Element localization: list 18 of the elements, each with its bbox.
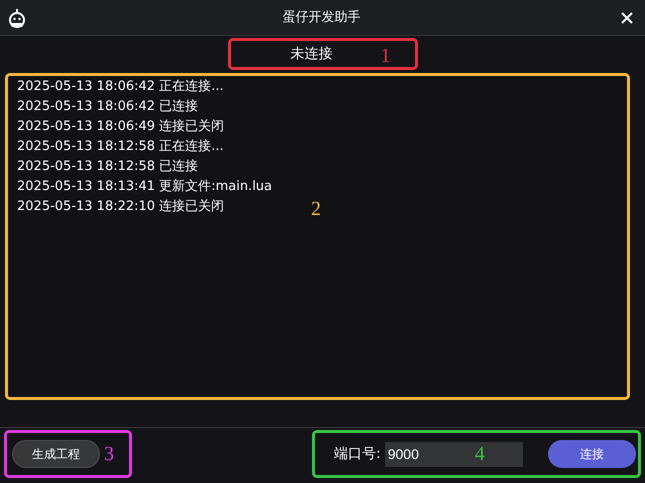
annotation-number: 2 — [311, 199, 321, 219]
log-line: 2025-05-13 18:06:49 连接已关闭 — [17, 118, 224, 136]
log-line: 2025-05-13 18:12:58 已连接 — [17, 158, 198, 176]
window-title: 蛋仔开发助手 — [282, 8, 362, 27]
log-line: 2025-05-13 18:06:42 正在连接... — [17, 78, 224, 96]
close-icon — [620, 10, 634, 24]
annotation-number: 3 — [104, 444, 114, 464]
log-line: 2025-05-13 18:06:42 已连接 — [17, 98, 198, 116]
robot-icon — [8, 8, 26, 28]
generate-project-button[interactable]: 生成工程 — [12, 440, 100, 468]
port-label: 端口号: — [334, 444, 381, 464]
connection-status: 未连接 — [290, 44, 332, 64]
log-line: 2025-05-13 18:22:10 连接已关闭 — [17, 198, 224, 216]
connect-button[interactable]: 连接 — [548, 440, 636, 468]
log-line: 2025-05-13 18:12:58 正在连接... — [17, 138, 224, 156]
annotation-number: 4 — [474, 444, 485, 464]
annotation-number: 1 — [380, 46, 390, 66]
log-line: 2025-05-13 18:13:41 更新文件:main.lua — [17, 178, 272, 196]
